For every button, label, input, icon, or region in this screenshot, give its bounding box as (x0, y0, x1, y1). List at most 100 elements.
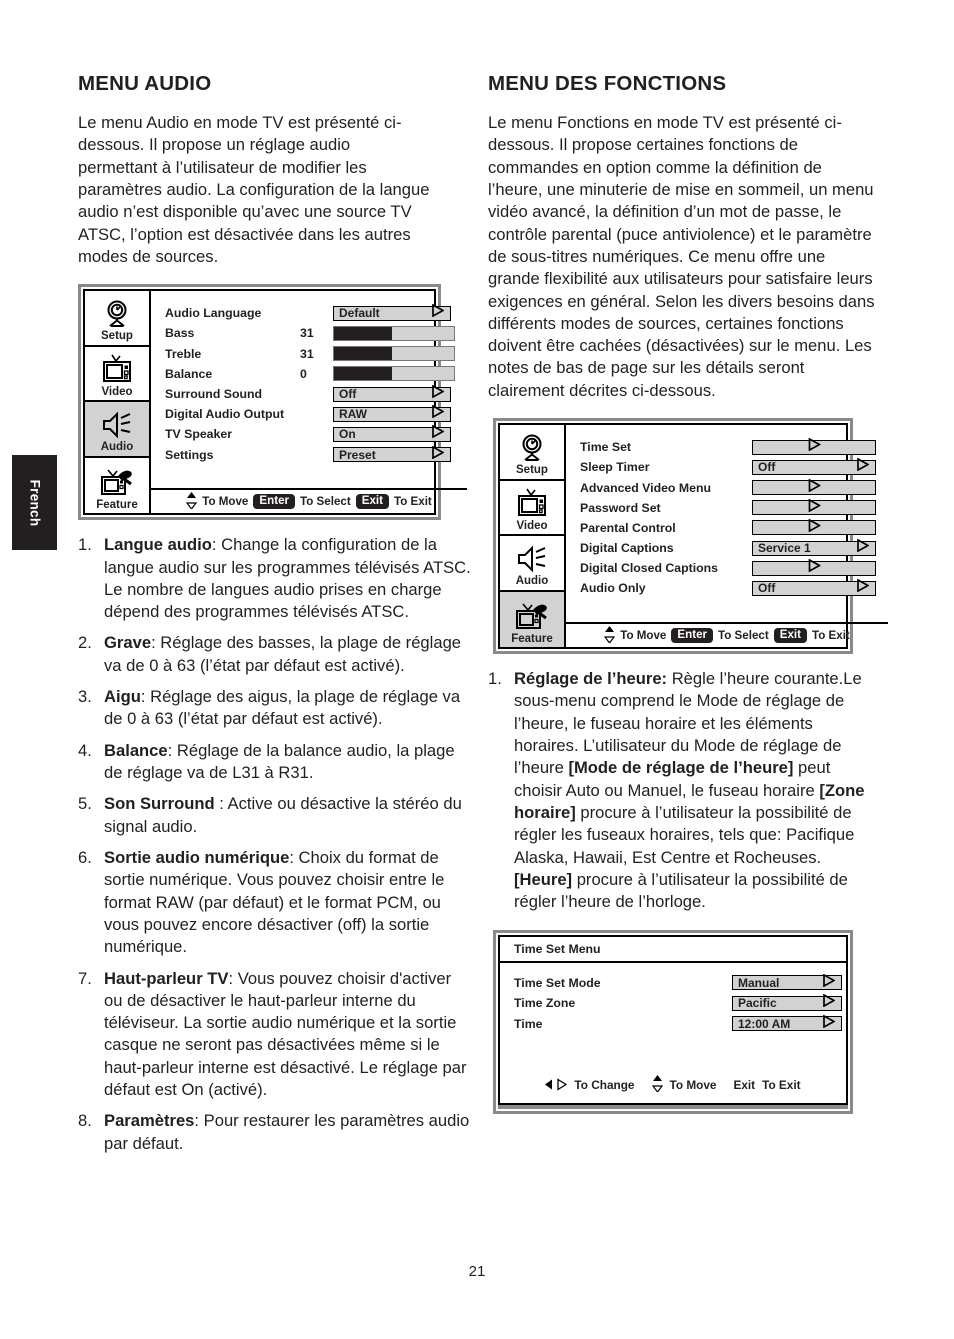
enter-key-badge[interactable]: Enter (253, 493, 296, 510)
feature-menu-screenshot: Setup Video Audio Feature Time Set Sleep… (493, 418, 888, 655)
menu-row-label: Digital Captions (580, 541, 674, 556)
menu-row[interactable]: Parental Control (580, 518, 876, 538)
menu-row-value-box[interactable] (752, 518, 876, 536)
satellite-clock-icon (107, 300, 127, 327)
footer-move-label: To Move (620, 629, 667, 643)
menu-row[interactable]: Advanced Video Menu (580, 477, 876, 497)
list-item-text: : Réglage des aigus, la plage de réglage… (104, 687, 461, 729)
sidebar-item-feature[interactable]: Feature (85, 457, 149, 514)
menu-row[interactable]: Settings Preset (165, 445, 455, 465)
time-menu-row-value-box[interactable]: Manual (732, 973, 842, 991)
menu-row-label: Parental Control (580, 520, 676, 535)
audio-menu-footer: To Move Enter To Select Exit To Exit (151, 488, 467, 513)
time-menu-row[interactable]: Time Set Mode Manual (514, 973, 846, 994)
menu-row-value-box[interactable] (752, 437, 876, 455)
tv-tool-icon (101, 469, 132, 496)
menu-row[interactable]: TV Speaker On (165, 424, 455, 444)
menu-row-label: Bass (165, 326, 195, 341)
chevron-right-icon (856, 538, 870, 557)
menu-row-value-box[interactable] (752, 498, 876, 516)
menu-row[interactable]: Time Set (580, 437, 876, 457)
language-tab: French (12, 455, 57, 550)
list-item-number: 7. (78, 968, 92, 988)
sidebar-item-audio[interactable]: Audio (500, 536, 564, 592)
menu-row[interactable]: Sleep Timer Off (580, 457, 876, 477)
menu-row-label: Advanced Video Menu (580, 480, 711, 495)
language-tab-label: French (27, 479, 42, 526)
time-menu-row-value-box[interactable]: 12:00 AM (732, 1014, 842, 1032)
sidebar-item-feature[interactable]: Feature (500, 591, 564, 648)
menu-row-value: Off (758, 581, 776, 596)
menu-row-value-box[interactable]: RAW (333, 404, 451, 422)
menu-row-value-box[interactable] (752, 558, 876, 576)
functions-intro-paragraph: Le menu Fonctions en mode TV est présent… (488, 113, 875, 400)
menu-row-label: TV Speaker (165, 427, 232, 442)
footer-move-label: To Move (202, 495, 249, 509)
menu-row[interactable]: Password Set (580, 498, 876, 518)
audio-menu-sidebar: Setup Video Audio Feature (85, 291, 151, 514)
menu-row[interactable]: Treble 31 (165, 344, 455, 364)
time-set-menu-bottom-rule (498, 1104, 848, 1109)
menu-row-value-box[interactable]: On (333, 424, 451, 442)
sidebar-item-setup[interactable]: Setup (85, 291, 149, 347)
sidebar-item-label: Video (516, 519, 548, 532)
list-item-term: Aigu (104, 687, 141, 707)
slider-track[interactable] (333, 366, 455, 382)
sidebar-item-setup[interactable]: Setup (500, 425, 564, 481)
slider-track[interactable] (333, 325, 455, 341)
menu-row-label: Balance (165, 366, 213, 381)
menu-row-value-box[interactable]: Preset (333, 445, 451, 463)
menu-row[interactable]: Digital Audio Output RAW (165, 404, 455, 424)
list-item-number: 6. (78, 847, 92, 867)
time-menu-row[interactable]: Time Zone Pacific (514, 993, 846, 1014)
list-item: 5. Son Surround : Active ou désactive la … (78, 793, 471, 838)
exit-key-badge[interactable]: Exit (355, 493, 389, 510)
list-item-term: Son Surround (104, 794, 215, 814)
television-icon (101, 353, 133, 386)
time-menu-row[interactable]: Time 12:00 AM (514, 1014, 846, 1035)
time-footer-change-label: To Change (574, 1077, 635, 1092)
menu-row[interactable]: Audio Language Default (165, 303, 455, 323)
sidebar-item-video[interactable]: Video (85, 346, 149, 403)
satellite-clock-icon (522, 434, 542, 461)
sidebar-item-audio[interactable]: Audio (85, 402, 149, 458)
satellite-clock-icon (102, 297, 132, 330)
speaker-icon (518, 545, 546, 572)
list-item: 6. Sortie audio numérique: Choix du forma… (78, 847, 471, 959)
menu-row-value-box[interactable]: Off (752, 457, 876, 476)
menu-row[interactable]: Audio Only Off (580, 578, 876, 598)
enter-key-badge[interactable]: Enter (671, 627, 714, 644)
footer-exit-label: To Exit (811, 629, 850, 643)
audio-menu-rows: Audio Language Default Bass 31 Treble 31… (151, 291, 467, 488)
menu-row-value-box[interactable] (752, 478, 876, 497)
right-column: MENU DES FONCTIONS Le menu Fonctions en … (488, 72, 888, 1114)
menu-row-label: Treble (165, 346, 202, 361)
time-menu-row-value-box[interactable]: Pacific (732, 993, 842, 1011)
time-set-menu-screenshot: Time Set Menu Time Set Mode Manual Time … (493, 929, 853, 1114)
list-item-term: Haut-parleur TV (104, 968, 229, 988)
menu-row[interactable]: Bass 31 (165, 323, 455, 343)
menu-row-label: Digital Audio Output (165, 407, 285, 422)
menu-row-value-box[interactable]: Default (333, 303, 451, 321)
exit-key-badge[interactable]: Exit (773, 627, 807, 644)
footer-exit-label: To Exit (393, 495, 432, 509)
time-menu-row-value: 12:00 AM (738, 1016, 791, 1031)
chevron-right-icon (808, 478, 822, 497)
menu-row-label: Sleep Timer (580, 460, 650, 475)
left-column: MENU AUDIO Le menu Audio en mode TV est … (78, 72, 471, 1164)
slider-track[interactable] (333, 346, 455, 362)
sidebar-item-video[interactable]: Video (500, 480, 564, 537)
exit-key-badge[interactable]: Exit (733, 1078, 755, 1092)
chevron-right-icon (856, 457, 870, 476)
menu-row-value-box[interactable]: Off (333, 384, 451, 402)
audio-menu-screenshot: Setup Video Audio Feature Audio Language… (78, 284, 467, 521)
menu-row-value-box[interactable]: Off (752, 579, 876, 596)
sidebar-item-label: Audio (515, 575, 549, 588)
menu-row[interactable]: Digital Closed Captions (580, 558, 876, 578)
menu-row[interactable]: Digital Captions Service 1 (580, 538, 876, 558)
slider-fill (334, 367, 392, 381)
menu-row[interactable]: Surround Sound Off (165, 384, 455, 404)
menu-row[interactable]: Balance 0 (165, 364, 455, 384)
menu-row-value-box[interactable]: Service 1 (752, 538, 876, 557)
television-icon (516, 487, 548, 520)
